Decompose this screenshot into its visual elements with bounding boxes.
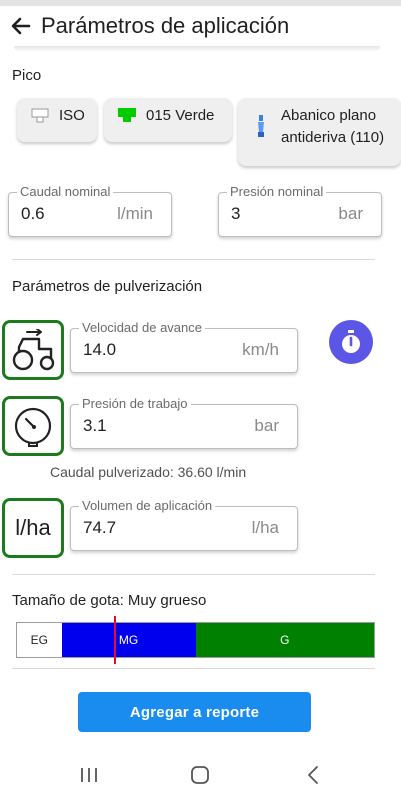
pressure-gauge-icon bbox=[14, 407, 52, 447]
velocidad-value: 14.0 bbox=[83, 340, 117, 359]
chip-015-verde-label: 015 Verde bbox=[146, 107, 215, 124]
tractor-icon bbox=[12, 329, 55, 371]
divider bbox=[12, 259, 375, 260]
chip-abanico-line2: antideriva (110) bbox=[281, 129, 385, 146]
velocidad-label: Velocidad de avance bbox=[79, 320, 205, 335]
volumen-icon-box: l/ha bbox=[2, 498, 64, 558]
volumen-field[interactable]: Volumen de aplicación 74.7 l/ha bbox=[70, 498, 298, 551]
timer-button[interactable] bbox=[329, 320, 373, 364]
nozzle-green-icon bbox=[118, 108, 136, 122]
presion-trabajo-field[interactable]: Presión de trabajo 3.1 bar bbox=[70, 396, 298, 449]
nozzle-outline-icon bbox=[31, 108, 49, 123]
add-to-report-button[interactable]: Agregar a reporte bbox=[78, 692, 311, 732]
system-nav-bar bbox=[0, 752, 401, 800]
volumen-value: 74.7 bbox=[83, 518, 117, 537]
presion-trabajo-unit: bar bbox=[254, 416, 279, 435]
droplet-size-label: Tamaño de gota: Muy grueso bbox=[12, 592, 207, 609]
chip-abanico-plano[interactable]: Abanico plano antideriva (110) bbox=[238, 98, 401, 166]
presion-nominal-value: 3 bbox=[231, 204, 241, 223]
tractor-icon-box bbox=[2, 320, 64, 380]
app-bar: Parámetros de aplicación bbox=[0, 6, 401, 48]
chip-iso-label: ISO bbox=[59, 107, 85, 124]
home-icon bbox=[191, 766, 209, 784]
recent-apps-button[interactable] bbox=[74, 762, 104, 788]
back-nav-button[interactable] bbox=[298, 762, 328, 788]
droplet-segment-mg-label: MG bbox=[118, 633, 139, 647]
velocidad-unit: km/h bbox=[242, 340, 279, 359]
presion-trabajo-value: 3.1 bbox=[83, 416, 107, 435]
droplet-segment-g-label: G bbox=[280, 633, 290, 647]
volumen-unit: l/ha bbox=[251, 518, 279, 537]
velocidad-field[interactable]: Velocidad de avance 14.0 km/h bbox=[70, 320, 298, 373]
presion-nominal-label: Presión nominal bbox=[227, 184, 327, 199]
caudal-nominal-value: 0.6 bbox=[21, 204, 45, 223]
stopwatch-icon bbox=[342, 330, 360, 353]
presion-nominal-field[interactable]: Presión nominal 3 bar bbox=[218, 184, 382, 237]
caudal-nominal-field[interactable]: Caudal nominal 0.6 l/min bbox=[8, 184, 172, 237]
pressure-gauge-icon-box bbox=[2, 396, 64, 456]
chip-iso[interactable]: ISO bbox=[17, 98, 97, 142]
droplet-segment-mg: MG bbox=[61, 623, 196, 657]
appbar-shadow bbox=[14, 46, 380, 52]
section-label-pico: Pico bbox=[12, 67, 42, 84]
presion-trabajo-label: Presión de trabajo bbox=[79, 396, 191, 411]
liters-per-hectare-icon: l/ha bbox=[15, 515, 51, 540]
section-label-pulverizacion: Parámetros de pulverización bbox=[12, 278, 203, 295]
droplet-size-marker bbox=[114, 616, 116, 664]
chip-015-verde[interactable]: 015 Verde bbox=[104, 98, 232, 142]
back-nav-icon bbox=[308, 766, 318, 784]
fan-nozzle-icon bbox=[258, 115, 264, 137]
caudal-nominal-unit: l/min bbox=[117, 204, 153, 223]
caudal-nominal-label: Caudal nominal bbox=[17, 184, 114, 199]
chip-abanico-line1: Abanico plano bbox=[281, 107, 377, 124]
droplet-segment-eg: EG bbox=[17, 623, 62, 657]
home-button[interactable] bbox=[185, 762, 215, 788]
page-title: Parámetros de aplicación bbox=[41, 13, 290, 38]
caudal-pulverizado-text: Caudal pulverizado: 36.60 l/min bbox=[50, 464, 247, 480]
divider bbox=[12, 668, 375, 669]
droplet-segment-g: G bbox=[195, 623, 374, 657]
droplet-size-bar: EG MG G bbox=[16, 622, 375, 658]
presion-nominal-unit: bar bbox=[338, 204, 363, 223]
droplet-segment-eg-label: EG bbox=[30, 633, 48, 647]
back-arrow-icon[interactable] bbox=[8, 13, 34, 39]
recent-apps-icon bbox=[81, 768, 97, 782]
divider bbox=[12, 574, 375, 575]
volumen-label: Volumen de aplicación bbox=[79, 498, 216, 513]
